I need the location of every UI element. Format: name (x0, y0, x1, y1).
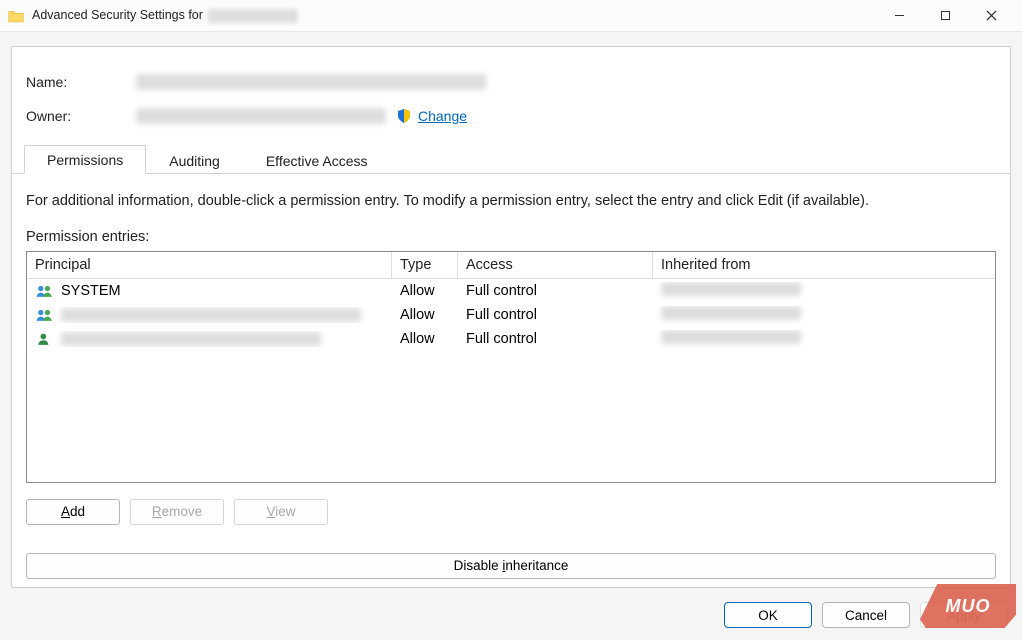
help-text: For additional information, double-click… (26, 192, 996, 211)
col-type[interactable]: Type (392, 252, 458, 278)
view-button: View (234, 499, 328, 525)
tab-strip: Permissions Auditing Effective Access (12, 145, 1010, 174)
remove-button: Remove (130, 499, 224, 525)
add-button[interactable]: Add (26, 499, 120, 525)
minimize-button[interactable] (876, 0, 922, 32)
table-row[interactable]: AllowFull control (27, 303, 995, 327)
row-type: Allow (392, 307, 458, 323)
principal-name: SYSTEM (61, 283, 121, 299)
inherited-redacted (661, 306, 801, 320)
tab-permissions[interactable]: Permissions (24, 145, 146, 174)
change-owner-link[interactable]: Change (418, 108, 467, 124)
row-access: Full control (458, 283, 653, 299)
row-type: Allow (392, 331, 458, 347)
title-bar: Advanced Security Settings for (0, 0, 1022, 32)
owner-label: Owner: (26, 108, 136, 124)
row-type: Allow (392, 283, 458, 299)
table-row[interactable]: AllowFull control (27, 327, 995, 351)
entries-label: Permission entries: (26, 229, 996, 245)
dialog-frame: Name: Owner: Change Permissions Auditing… (11, 46, 1011, 588)
table-row[interactable]: SYSTEM AllowFull control (27, 279, 995, 303)
col-inherited[interactable]: Inherited from (653, 252, 995, 278)
owner-value-redacted (136, 108, 386, 124)
disable-inheritance-button[interactable]: Disable inheritance (26, 553, 996, 579)
col-access[interactable]: Access (458, 252, 653, 278)
inherited-redacted (661, 330, 801, 344)
header-section: Name: Owner: Change (12, 47, 1010, 145)
tab-effective-access[interactable]: Effective Access (243, 146, 391, 174)
row-access: Full control (458, 307, 653, 323)
principal-redacted (61, 332, 321, 346)
permission-entries-grid[interactable]: Principal Type Access Inherited from SYS… (26, 251, 996, 483)
col-principal[interactable]: Principal (27, 252, 392, 278)
principal-redacted (61, 308, 361, 322)
shield-icon (396, 108, 412, 124)
maximize-button[interactable] (922, 0, 968, 32)
dialog-buttons: OK Cancel Apply (724, 602, 1008, 628)
grid-header[interactable]: Principal Type Access Inherited from (27, 252, 995, 279)
inherited-redacted (661, 282, 801, 296)
close-button[interactable] (968, 0, 1014, 32)
tab-auditing[interactable]: Auditing (146, 146, 243, 174)
folder-icon (8, 9, 24, 23)
cancel-button[interactable]: Cancel (822, 602, 910, 628)
grid-body: SYSTEMAllowFull controlAllowFull control… (27, 279, 995, 351)
apply-button: Apply (920, 602, 1008, 628)
name-label: Name: (26, 74, 136, 90)
tab-body: For additional information, double-click… (12, 174, 1010, 591)
name-value-redacted (136, 74, 486, 90)
redacted-text (208, 9, 298, 23)
ok-button[interactable]: OK (724, 602, 812, 628)
window-title: Advanced Security Settings for (32, 8, 298, 23)
row-access: Full control (458, 331, 653, 347)
